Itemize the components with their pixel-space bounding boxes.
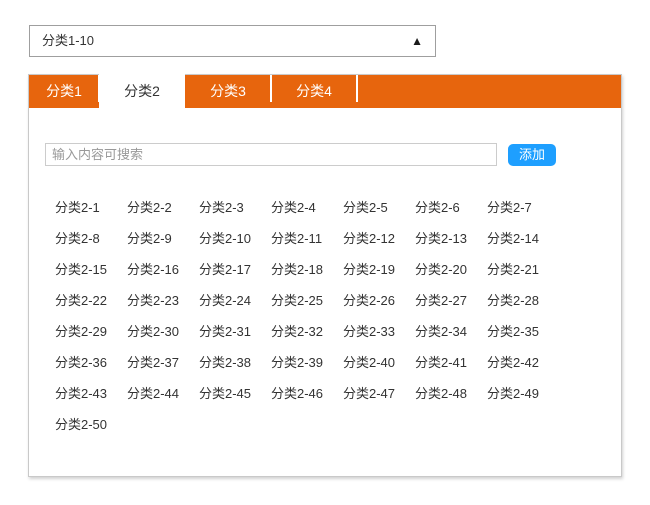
search-input[interactable]	[45, 143, 497, 166]
category-item[interactable]: 分类2-32	[271, 316, 343, 347]
tab-4[interactable]: 分类4	[271, 75, 357, 108]
category-item[interactable]: 分类2-40	[343, 347, 415, 378]
category-item[interactable]: 分类2-29	[55, 316, 127, 347]
category-item[interactable]: 分类2-5	[343, 192, 415, 223]
category-item[interactable]: 分类2-45	[199, 378, 271, 409]
category-item[interactable]: 分类2-44	[127, 378, 199, 409]
category-panel: 分类1分类2分类3分类4 添加 分类2-1分类2-2分类2-3分类2-4分类2-…	[28, 74, 622, 477]
dropdown-arrow-up-icon[interactable]: ▲	[411, 26, 423, 56]
category-item[interactable]: 分类2-13	[415, 223, 487, 254]
category-item[interactable]: 分类2-12	[343, 223, 415, 254]
category-item[interactable]: 分类2-43	[55, 378, 127, 409]
category-item[interactable]: 分类2-10	[199, 223, 271, 254]
category-item[interactable]: 分类2-38	[199, 347, 271, 378]
category-item[interactable]: 分类2-7	[487, 192, 559, 223]
category-item[interactable]: 分类2-16	[127, 254, 199, 285]
tab-3[interactable]: 分类3	[185, 75, 271, 108]
category-item[interactable]: 分类2-22	[55, 285, 127, 316]
category-range-dropdown[interactable]: 分类1-10 ▲	[29, 25, 436, 57]
category-item[interactable]: 分类2-25	[271, 285, 343, 316]
category-item[interactable]: 分类2-9	[127, 223, 199, 254]
tab-bar: 分类1分类2分类3分类4	[29, 75, 621, 108]
category-item[interactable]: 分类2-41	[415, 347, 487, 378]
category-item[interactable]: 分类2-27	[415, 285, 487, 316]
category-item[interactable]: 分类2-37	[127, 347, 199, 378]
category-item[interactable]: 分类2-35	[487, 316, 559, 347]
category-item[interactable]: 分类2-39	[271, 347, 343, 378]
category-item[interactable]: 分类2-31	[199, 316, 271, 347]
tab-1[interactable]: 分类1	[29, 75, 99, 108]
category-item[interactable]: 分类2-19	[343, 254, 415, 285]
page: 分类1-10 ▲ 分类1分类2分类3分类4 添加 分类2-1分类2-2分类2-3…	[0, 0, 650, 505]
category-item[interactable]: 分类2-11	[271, 223, 343, 254]
category-list: 分类2-1分类2-2分类2-3分类2-4分类2-5分类2-6分类2-7 分类2-8…	[55, 192, 615, 440]
category-item[interactable]: 分类2-28	[487, 285, 559, 316]
category-item[interactable]: 分类2-50	[55, 409, 127, 440]
category-item[interactable]: 分类2-48	[415, 378, 487, 409]
category-item[interactable]: 分类2-26	[343, 285, 415, 316]
category-item[interactable]: 分类2-4	[271, 192, 343, 223]
category-item[interactable]: 分类2-46	[271, 378, 343, 409]
category-item[interactable]: 分类2-20	[415, 254, 487, 285]
add-button[interactable]: 添加	[508, 144, 556, 166]
category-item[interactable]: 分类2-1	[55, 192, 127, 223]
category-item[interactable]: 分类2-49	[487, 378, 559, 409]
category-item[interactable]: 分类2-8	[55, 223, 127, 254]
category-item[interactable]: 分类2-30	[127, 316, 199, 347]
category-item[interactable]: 分类2-47	[343, 378, 415, 409]
category-item[interactable]: 分类2-17	[199, 254, 271, 285]
category-item[interactable]: 分类2-33	[343, 316, 415, 347]
tab-2[interactable]: 分类2	[99, 72, 185, 111]
category-item[interactable]: 分类2-18	[271, 254, 343, 285]
category-item[interactable]: 分类2-24	[199, 285, 271, 316]
category-item[interactable]: 分类2-2	[127, 192, 199, 223]
category-item[interactable]: 分类2-14	[487, 223, 559, 254]
category-item[interactable]: 分类2-34	[415, 316, 487, 347]
category-item[interactable]: 分类2-42	[487, 347, 559, 378]
category-item[interactable]: 分类2-23	[127, 285, 199, 316]
category-item[interactable]: 分类2-6	[415, 192, 487, 223]
category-item[interactable]: 分类2-15	[55, 254, 127, 285]
search-row: 添加	[45, 143, 621, 166]
category-item[interactable]: 分类2-21	[487, 254, 559, 285]
category-item[interactable]: 分类2-36	[55, 347, 127, 378]
dropdown-value: 分类1-10	[42, 33, 94, 48]
category-item[interactable]: 分类2-3	[199, 192, 271, 223]
